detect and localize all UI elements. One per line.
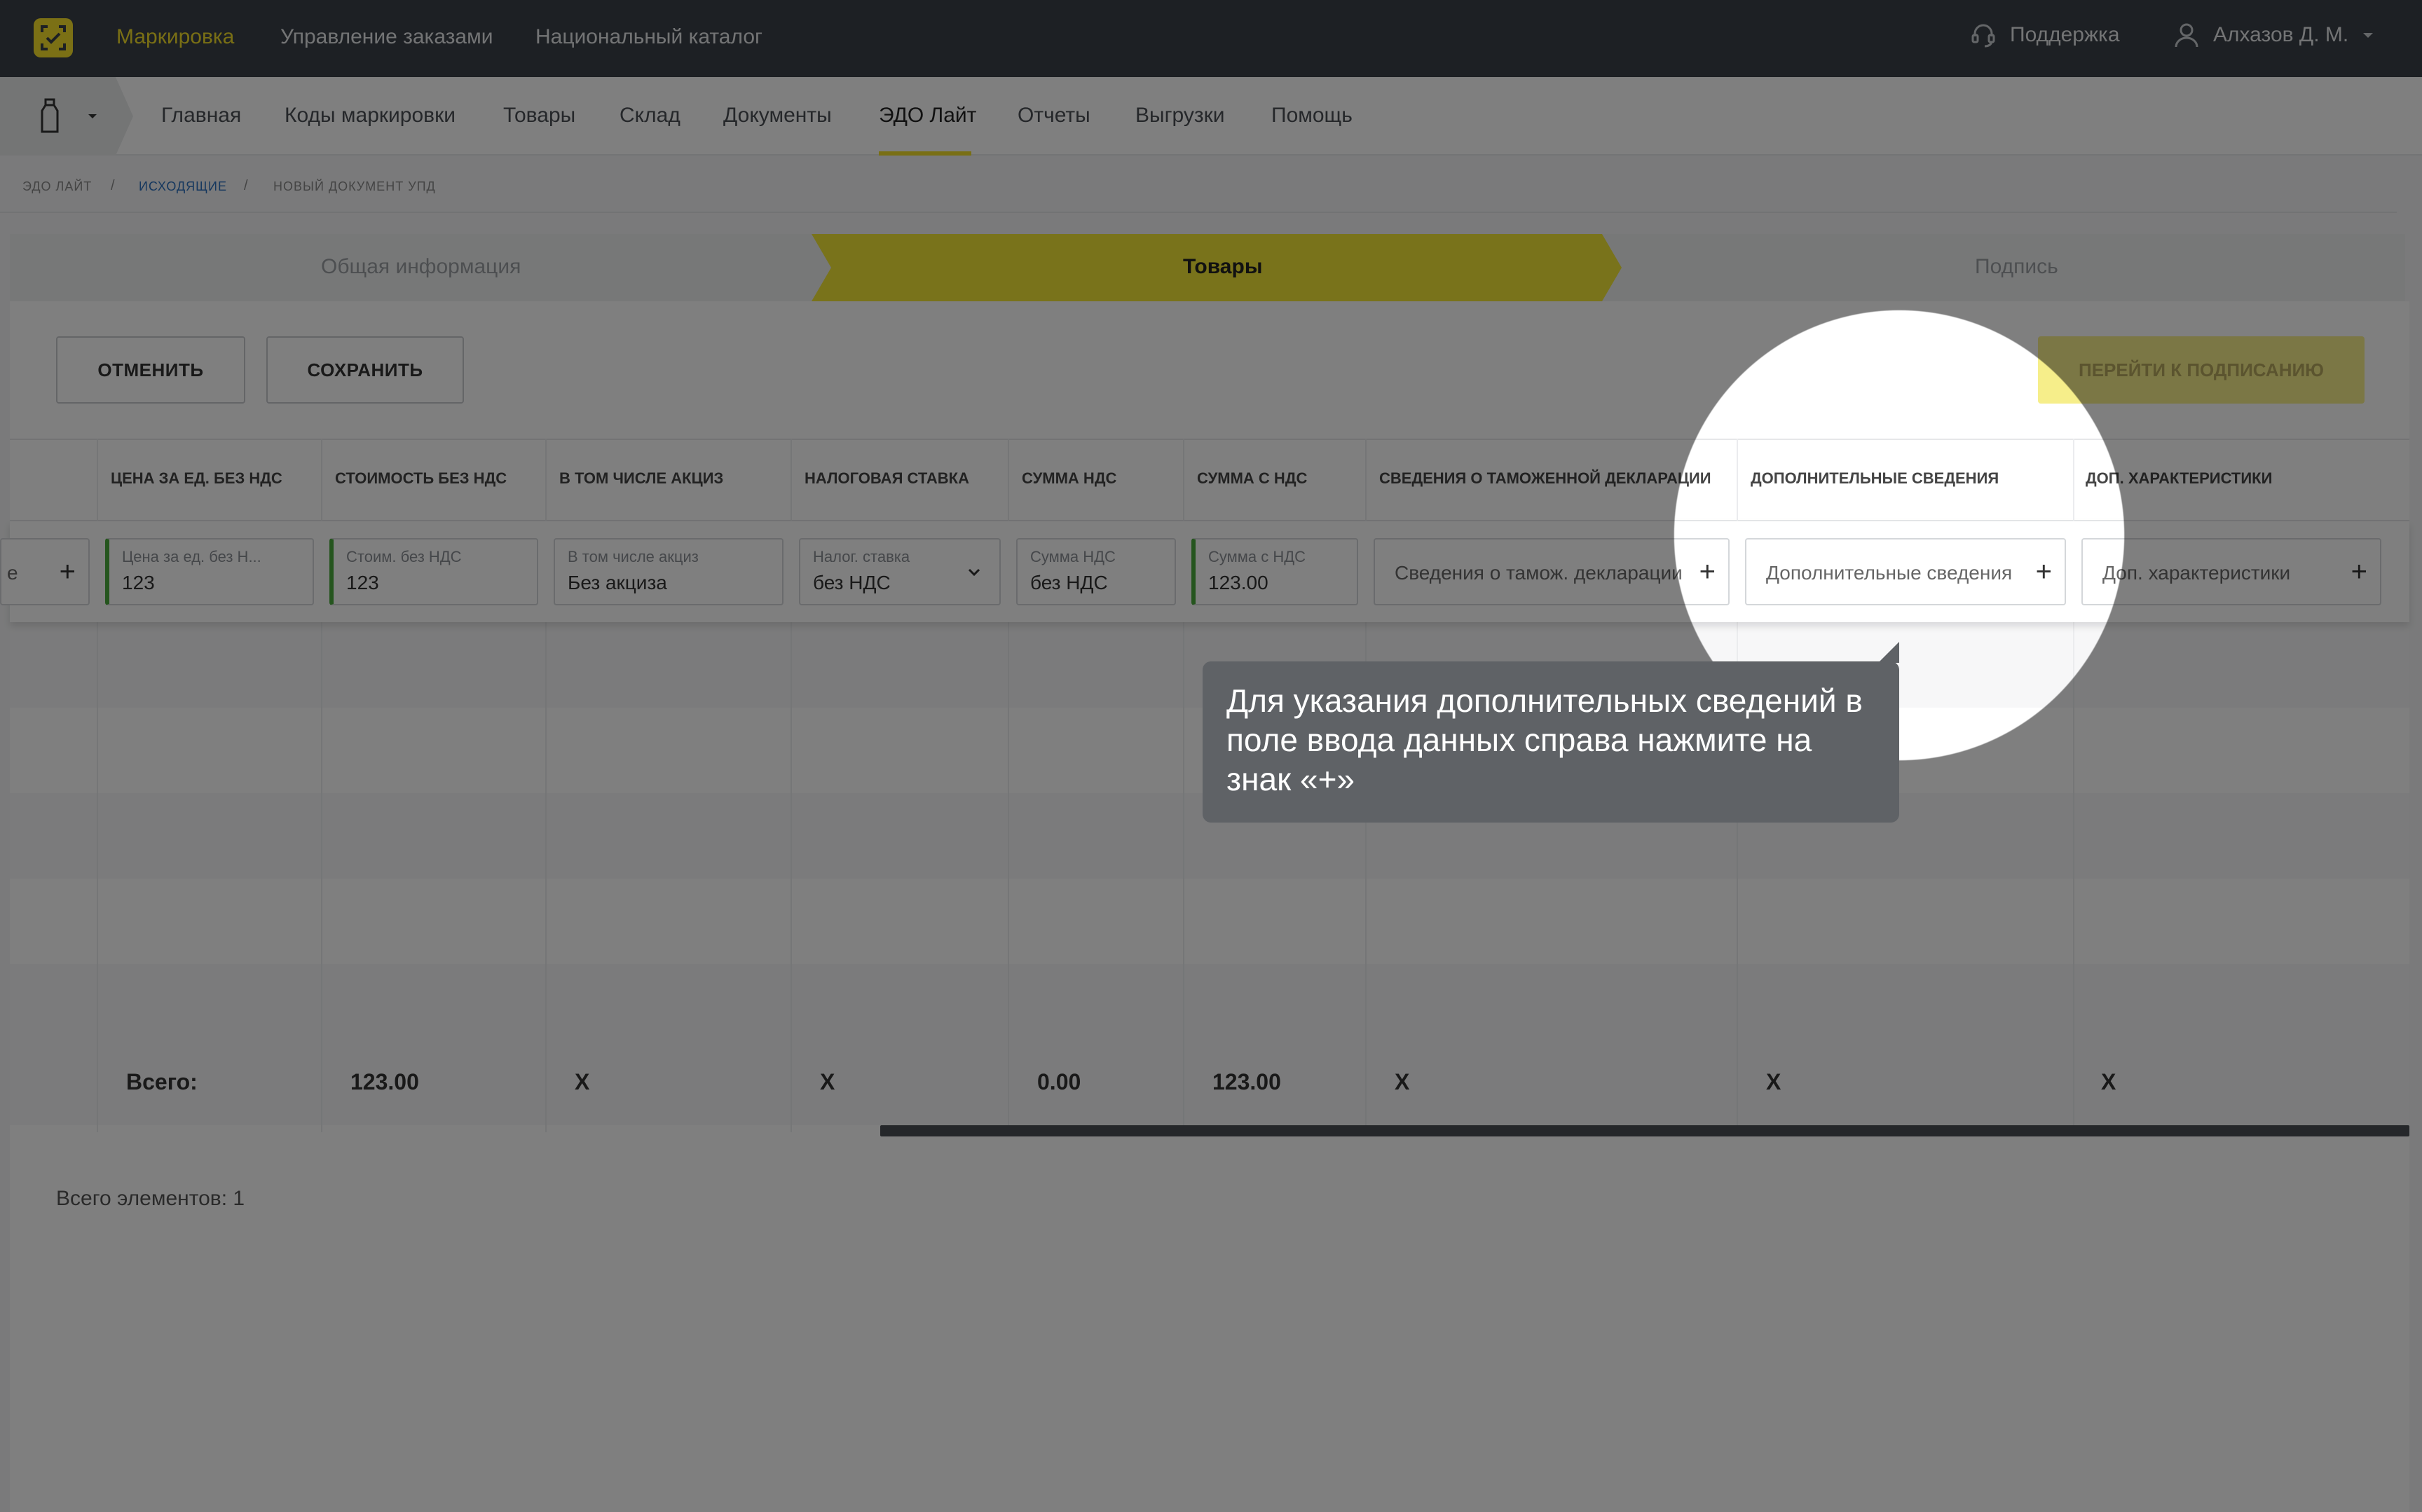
tooltip-text: Для указания дополнительных сведений в п…	[1226, 682, 1863, 797]
tutorial-tooltip: Для указания дополнительных сведений в п…	[1203, 661, 1899, 823]
